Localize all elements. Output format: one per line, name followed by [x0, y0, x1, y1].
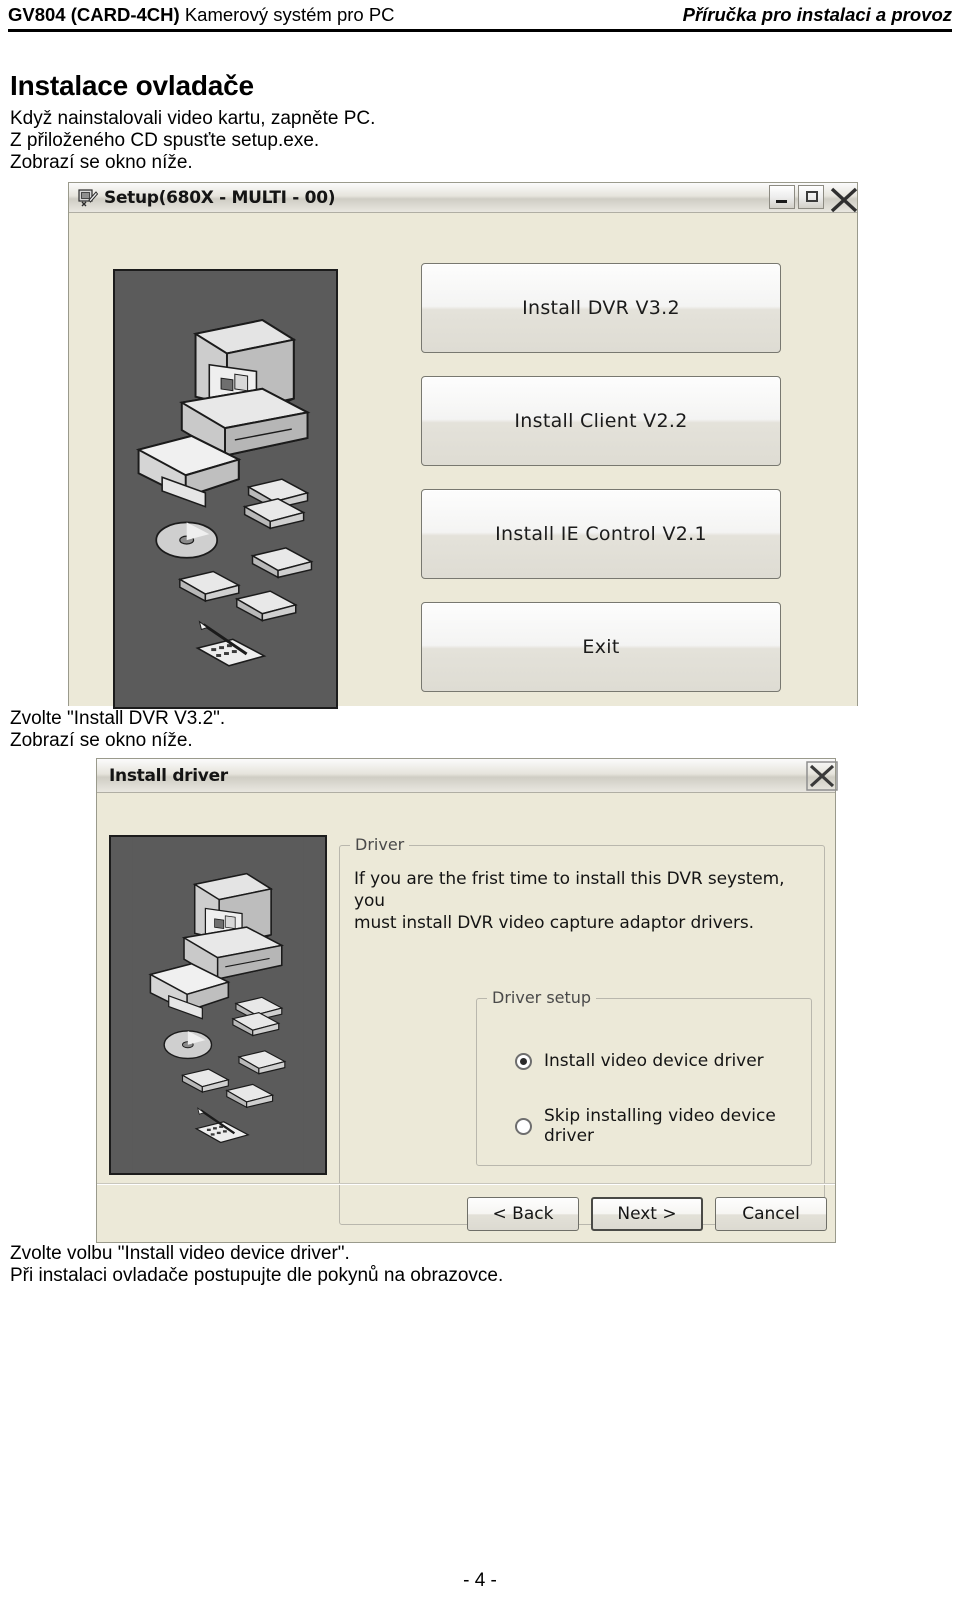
radio-skip-installing-video-device-driver-label: Skip installing video device driver: [544, 1106, 776, 1146]
close-button[interactable]: [827, 185, 858, 213]
radio-skip-installing-video-device-driver[interactable]: Skip installing video device driver: [515, 1106, 811, 1146]
install-ie-control-button[interactable]: Install IE Control V2.1: [421, 489, 781, 579]
intro-paragraph: Když nainstalovali video kartu, zapněte …: [10, 108, 376, 173]
minimize-button[interactable]: [769, 185, 795, 209]
setup-dialog-titlebar[interactable]: Setup(680X - MULTI - 00): [69, 183, 858, 213]
minimize-icon: [776, 200, 787, 203]
back-button-label: < Back: [492, 1204, 554, 1224]
install-driver-dialog-window[interactable]: Install driver Driver If you are the fri…: [96, 758, 838, 1243]
radio-install-video-device-driver[interactable]: Install video device driver: [515, 1051, 764, 1071]
setup-dialog-title: Setup(680X - MULTI - 00): [104, 187, 336, 208]
header-product: GV804 (CARD-4CH) Kamerový systém pro PC: [8, 4, 395, 26]
install-dvr-button[interactable]: Install DVR V3.2: [421, 263, 781, 353]
install-driver-dialog-title: Install driver: [109, 765, 228, 786]
driver-groupbox: Driver If you are the frist time to inst…: [339, 835, 825, 1225]
page-title: Instalace ovladače: [10, 70, 254, 101]
install-dvr-button-label: Install DVR V3.2: [522, 297, 680, 319]
header-rule: [8, 29, 952, 32]
header-manual-title: Příručka pro instalaci a provoz: [682, 4, 952, 25]
close-icon: [806, 761, 838, 791]
exit-button-label: Exit: [582, 636, 620, 658]
maximize-button[interactable]: [798, 185, 824, 209]
driver-description-text: If you are the frist time to install thi…: [354, 869, 785, 933]
middle-paragraph: Zvolte "Install DVR V3.2". Zobrazí se ok…: [10, 708, 226, 751]
cancel-button[interactable]: Cancel: [715, 1197, 827, 1231]
install-client-button-label: Install Client V2.2: [514, 410, 688, 432]
close-button[interactable]: [805, 761, 838, 791]
install-client-button[interactable]: Install Client V2.2: [421, 376, 781, 466]
header-product-code: GV804 (CARD-4CH): [8, 4, 180, 25]
next-button[interactable]: Next >: [591, 1197, 703, 1231]
driver-setup-groupbox: Driver setup Install video device driver…: [476, 988, 812, 1166]
install-driver-caption-buttons: [805, 761, 838, 791]
cancel-button-label: Cancel: [742, 1204, 800, 1224]
close-icon: [830, 187, 858, 213]
setup-dialog-body: Install DVR V3.2 Install Client V2.2 Ins…: [69, 213, 857, 709]
setup-app-icon: [77, 187, 99, 209]
radio-unselected-icon: [515, 1117, 532, 1135]
driver-groupbox-legend: Driver: [350, 835, 410, 854]
install-driver-dialog-body: Driver If you are the frist time to inst…: [97, 793, 835, 1242]
pc-hardware-components-illustration: [113, 269, 338, 709]
back-button[interactable]: < Back: [467, 1197, 579, 1231]
setup-caption-buttons: [769, 185, 858, 213]
exit-button[interactable]: Exit: [421, 602, 781, 692]
footer-separator: [97, 1183, 835, 1185]
maximize-icon: [806, 191, 818, 202]
header-product-name: Kamerový systém pro PC: [184, 4, 395, 25]
driver-setup-groupbox-legend: Driver setup: [487, 988, 597, 1007]
install-driver-titlebar[interactable]: Install driver: [97, 759, 838, 793]
install-ie-control-button-label: Install IE Control V2.1: [495, 523, 707, 545]
next-button-label: Next >: [617, 1204, 677, 1224]
radio-install-video-device-driver-label: Install video device driver: [544, 1051, 764, 1071]
closing-paragraph: Zvolte volbu "Install video device drive…: [10, 1243, 504, 1286]
radio-selected-icon: [515, 1052, 532, 1070]
setup-dialog-window[interactable]: Setup(680X - MULTI - 00) Install DVR V3.…: [68, 182, 858, 709]
pc-hardware-components-illustration: [109, 835, 327, 1175]
page-number: - 4 -: [463, 1570, 497, 1591]
